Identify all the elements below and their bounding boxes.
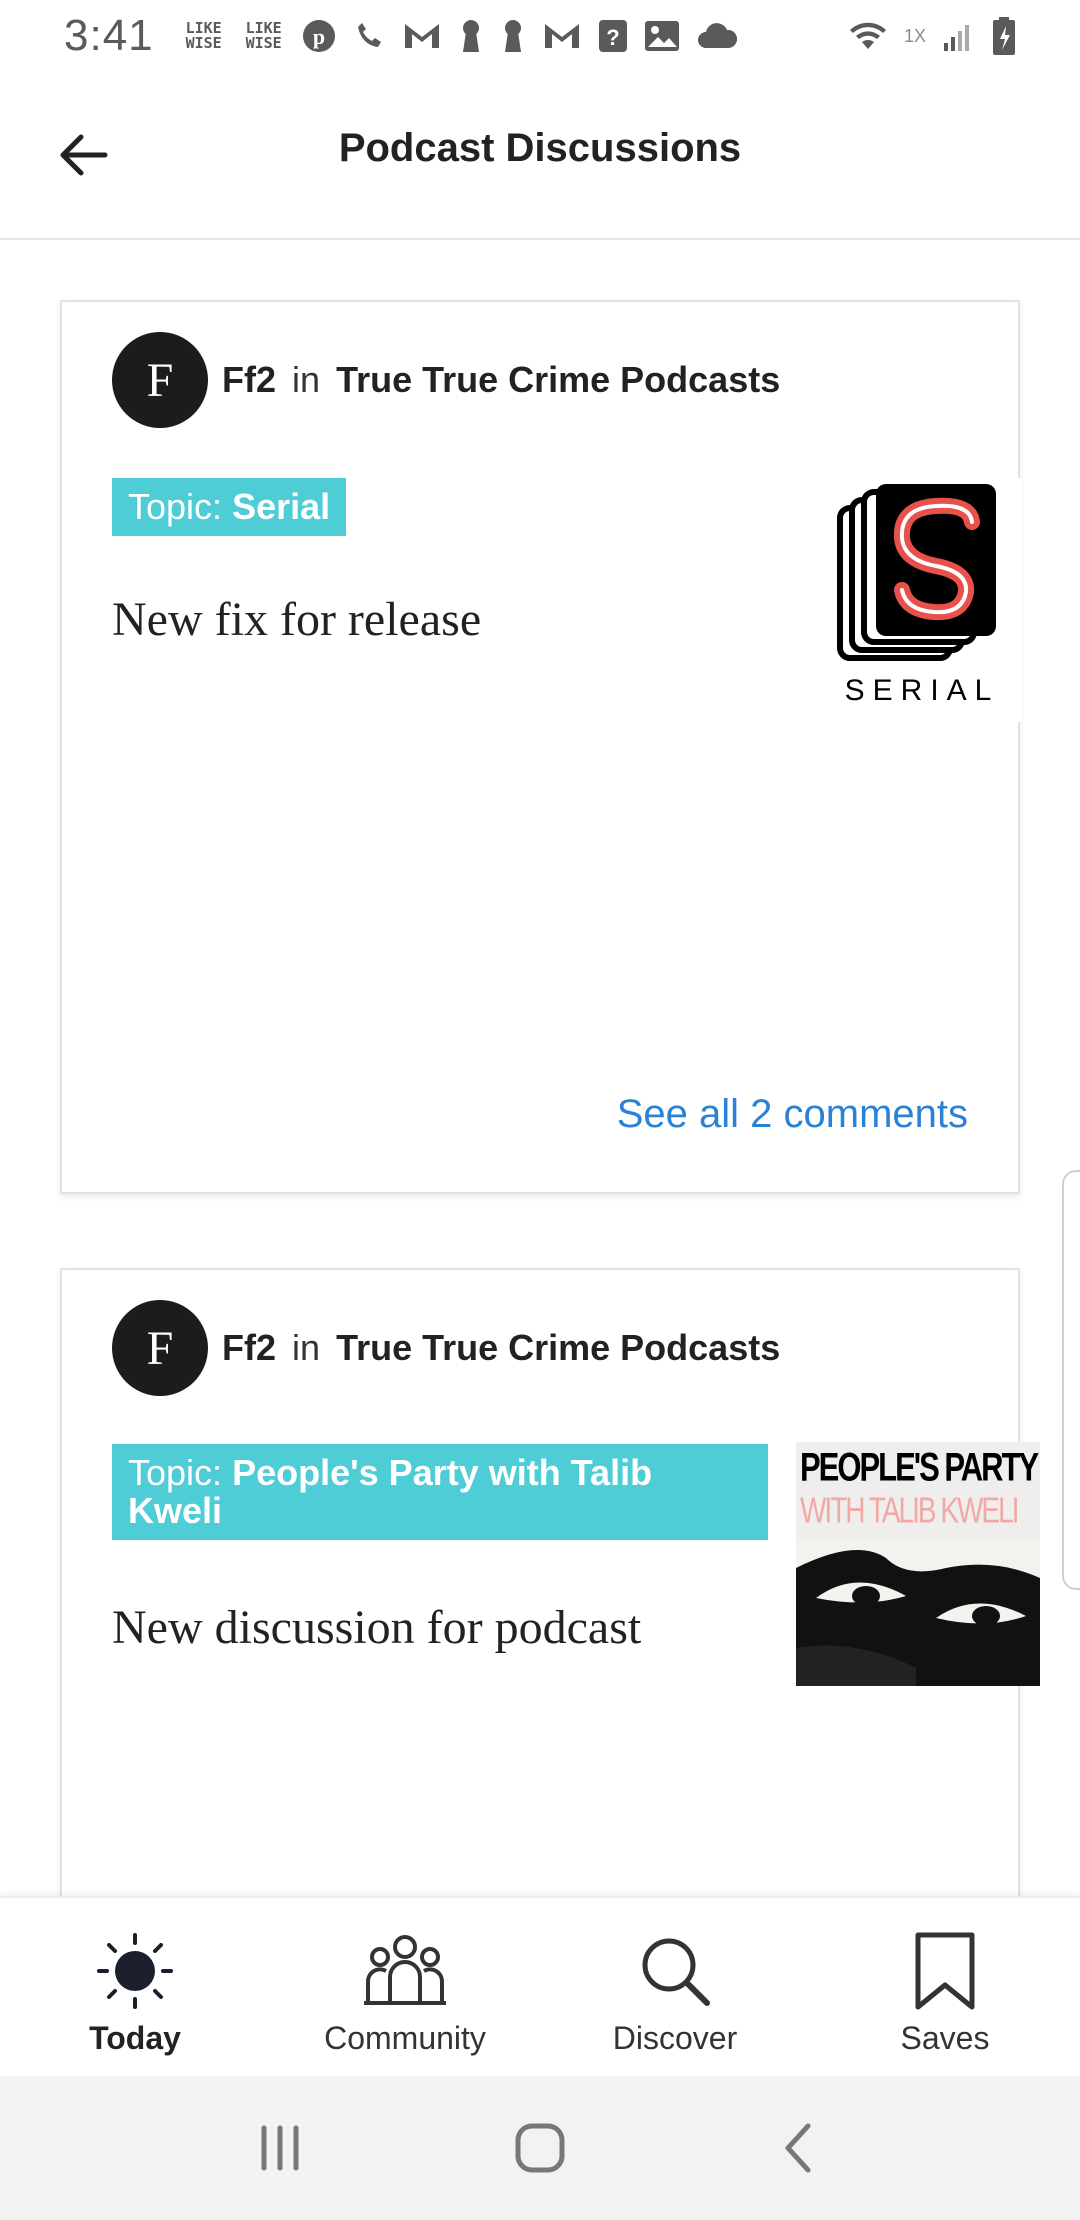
discussion-feed[interactable]: F Ff2 in True True Crime Podcasts Topic:… xyxy=(0,240,1080,1896)
bottom-nav: Today Community Discover Saves xyxy=(0,1896,1080,2076)
network-speed: 1X xyxy=(903,25,926,46)
keyhole-icon xyxy=(500,18,526,54)
see-all-comments-link[interactable]: See all 2 comments xyxy=(617,1092,968,1137)
in-label: in xyxy=(292,1327,321,1368)
community-name[interactable]: True True Crime Podcasts xyxy=(336,359,780,400)
chevron-left-icon xyxy=(785,2123,811,2173)
wifi-icon xyxy=(848,16,888,56)
nav-today[interactable]: Today xyxy=(0,1898,270,2076)
topic-prefix: Topic: xyxy=(128,1452,223,1493)
community-name[interactable]: True True Crime Podcasts xyxy=(336,1327,780,1368)
topic-prefix: Topic: xyxy=(128,486,223,527)
nav-label: Today xyxy=(89,2020,181,2056)
nav-label: Saves xyxy=(900,2020,990,2056)
cover-title: PEOPLE'S PARTY xyxy=(800,1444,1039,1490)
home-button[interactable] xyxy=(495,2103,585,2193)
keyhole-icon xyxy=(458,18,484,54)
recent-apps-button[interactable] xyxy=(235,2103,325,2193)
image-icon xyxy=(644,20,680,52)
people-icon xyxy=(360,1928,450,2014)
cover-subtitle: WITH TALIB KWELI xyxy=(800,1490,1019,1531)
podcast-cover-serial[interactable]: SERIAL xyxy=(822,478,1022,722)
system-back-button[interactable] xyxy=(755,2103,845,2193)
wifi-call-icon xyxy=(352,19,386,53)
cloud-icon xyxy=(696,22,738,50)
question-icon: ? xyxy=(598,19,628,53)
in-label: in xyxy=(292,359,321,400)
home-icon xyxy=(515,2123,565,2173)
page-title: Podcast Discussions xyxy=(338,126,742,170)
gmail-icon xyxy=(542,20,582,52)
system-nav-bar xyxy=(0,2076,1080,2220)
pinterest-icon: p xyxy=(302,19,336,53)
svg-text:?: ? xyxy=(606,25,619,50)
cover-label: SERIAL xyxy=(844,674,1000,707)
notification-icons: LIKE WISE LIKE WISE p ? xyxy=(182,18,738,54)
topic-badge[interactable]: Topic: People's Party with Talib Kweli xyxy=(112,1444,768,1540)
discussion-card[interactable]: F Ff2 in True True Crime Podcasts Topic:… xyxy=(60,300,1022,1194)
nav-label: Discover xyxy=(612,2020,738,2056)
likewise-icon: LIKE WISE xyxy=(245,19,282,52)
post-title[interactable]: New fix for release xyxy=(112,592,481,647)
recent-apps-icon xyxy=(261,2125,299,2171)
nav-community[interactable]: Community xyxy=(270,1898,540,2076)
podcast-cover-peoples-party[interactable]: PEOPLE'S PARTY WITH TALIB KWELI xyxy=(796,1442,1040,1686)
author-name[interactable]: Ff2 xyxy=(222,359,276,400)
author-line: Ff2 in True True Crime Podcasts xyxy=(222,359,780,401)
author-line: Ff2 in True True Crime Podcasts xyxy=(222,1327,780,1369)
card-header: F Ff2 in True True Crime Podcasts xyxy=(112,1300,780,1396)
battery-icon xyxy=(992,16,1016,56)
status-bar: 3:41 LIKE WISE LIKE WISE p ? 1X xyxy=(0,0,1080,72)
avatar[interactable]: F xyxy=(112,332,208,428)
gmail-icon xyxy=(402,20,442,52)
system-status-icons: 1X xyxy=(848,16,1016,56)
topic-badge[interactable]: Topic: Serial xyxy=(112,478,347,536)
app-bar: Podcast Discussions xyxy=(0,72,1080,240)
author-name[interactable]: Ff2 xyxy=(222,1327,276,1368)
search-icon xyxy=(630,1928,720,2014)
eyes-artwork-icon xyxy=(796,1538,1040,1686)
card-header: F Ff2 in True True Crime Podcasts xyxy=(112,332,780,428)
scroll-edge-handle[interactable] xyxy=(1062,1170,1080,1590)
avatar[interactable]: F xyxy=(112,1300,208,1396)
svg-text:p: p xyxy=(313,24,325,49)
sun-icon xyxy=(90,1928,180,2014)
likewise-icon: LIKE WISE xyxy=(185,19,222,52)
signal-icon xyxy=(942,19,976,53)
nav-discover[interactable]: Discover xyxy=(540,1898,810,2076)
nav-saves[interactable]: Saves xyxy=(810,1898,1080,2076)
post-title[interactable]: New discussion for podcast xyxy=(112,1600,641,1655)
status-time: 3:41 xyxy=(64,11,154,60)
bookmark-icon xyxy=(900,1928,990,2014)
discussion-card[interactable]: F Ff2 in True True Crime Podcasts Topic:… xyxy=(60,1268,1040,1896)
nav-label: Community xyxy=(324,2020,486,2056)
topic-name: Serial xyxy=(232,486,331,527)
